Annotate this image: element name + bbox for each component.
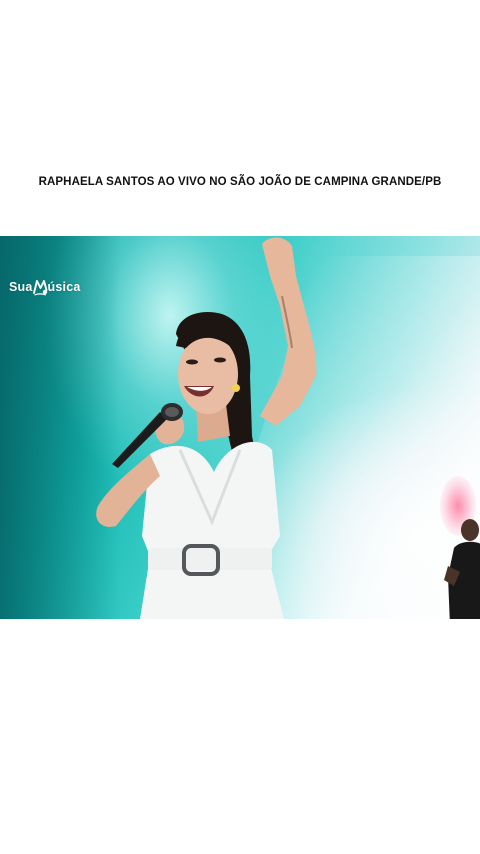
empty-content-area <box>0 619 480 854</box>
video-title: RAPHAELA SANTOS AO VIVO NO SÃO JOÃO DE C… <box>38 176 442 188</box>
music-note-m-icon <box>32 278 48 296</box>
brand-watermark-text-right: úsica <box>47 280 81 294</box>
brand-watermark: Sua úsica <box>9 278 81 296</box>
video-page: RAPHAELA SANTOS AO VIVO NO SÃO JOÃO DE C… <box>0 0 480 854</box>
brand-watermark-text-left: Sua <box>9 280 33 294</box>
sign-language-interpreter <box>444 519 480 619</box>
video-player[interactable]: Sua úsica <box>0 236 480 619</box>
